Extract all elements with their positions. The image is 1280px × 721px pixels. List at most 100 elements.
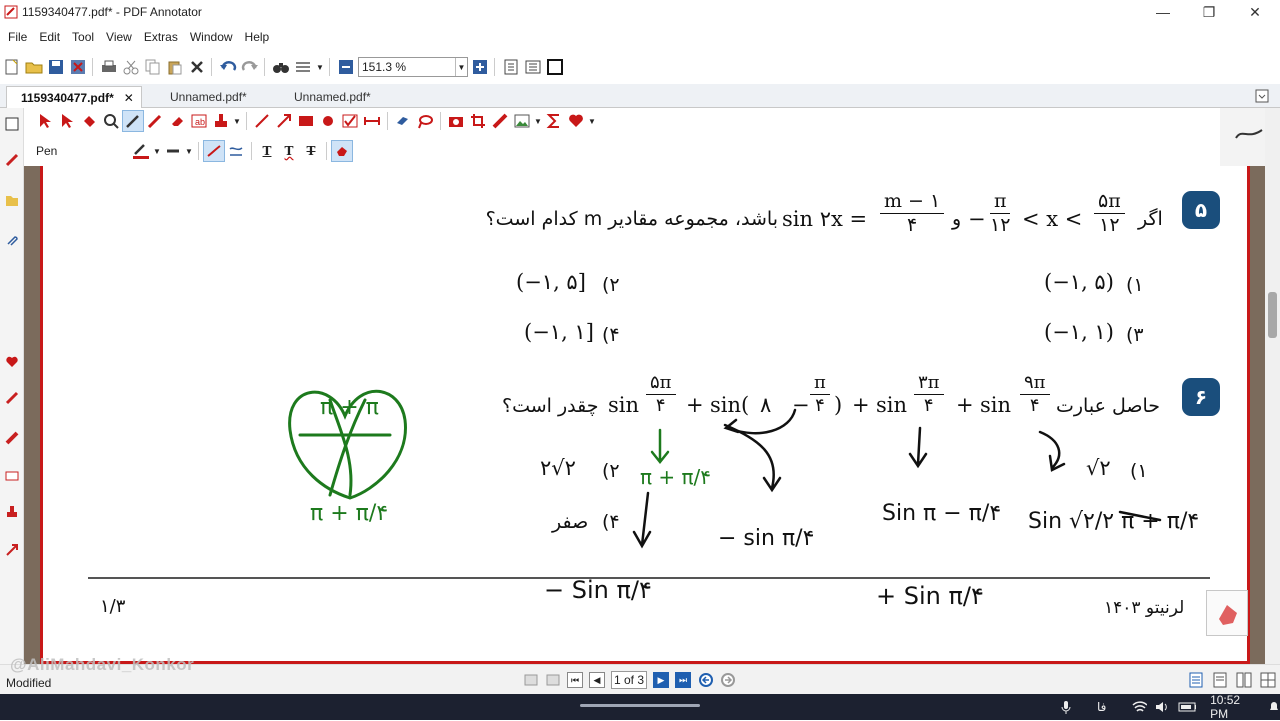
- open-folder-icon[interactable]: [24, 57, 44, 77]
- delete-icon[interactable]: [187, 57, 207, 77]
- measure-icon[interactable]: [361, 110, 383, 132]
- link-icon[interactable]: [392, 110, 414, 132]
- go-forward-icon[interactable]: [718, 670, 738, 690]
- line-style-icon[interactable]: [162, 140, 184, 162]
- previous-page-button[interactable]: ◀: [589, 672, 605, 688]
- save-as-icon[interactable]: [68, 57, 88, 77]
- undo-icon[interactable]: [218, 57, 238, 77]
- scrollbar-thumb[interactable]: [1268, 292, 1277, 338]
- text-squiggly-button[interactable]: T: [278, 140, 300, 162]
- battery-icon[interactable]: [1178, 701, 1197, 713]
- vertical-scrollbar[interactable]: [1265, 108, 1280, 664]
- select-text-icon[interactable]: [56, 110, 78, 132]
- dropdown-arrow-icon[interactable]: ▼: [184, 140, 194, 162]
- zoom-field[interactable]: 151.3 % ▼: [358, 57, 468, 77]
- dropdown-arrow-icon[interactable]: ▼: [232, 110, 242, 132]
- eraser-icon[interactable]: [166, 110, 188, 132]
- dropdown-arrow-icon[interactable]: ▼: [533, 110, 543, 132]
- highlighter-pen-icon[interactable]: [144, 110, 166, 132]
- menu-view[interactable]: View: [102, 30, 136, 44]
- menu-extras[interactable]: Extras: [140, 30, 182, 44]
- go-back-icon[interactable]: [696, 670, 716, 690]
- menu-edit[interactable]: Edit: [35, 30, 64, 44]
- insert-text-icon[interactable]: ab: [188, 110, 210, 132]
- fit-width-icon[interactable]: [523, 57, 543, 77]
- save-icon[interactable]: [46, 57, 66, 77]
- menu-help[interactable]: Help: [241, 30, 274, 44]
- zoom-out-icon[interactable]: [336, 57, 356, 77]
- smooth-stroke-icon[interactable]: [203, 140, 225, 162]
- checkbox-icon[interactable]: [4, 116, 20, 132]
- menu-tool[interactable]: Tool: [68, 30, 98, 44]
- language-indicator[interactable]: فا: [1097, 700, 1106, 714]
- last-page-button[interactable]: ⏭: [675, 672, 691, 688]
- single-page-view-icon[interactable]: [1186, 670, 1206, 690]
- full-screen-icon[interactable]: [545, 57, 565, 77]
- forward-history-icon[interactable]: [544, 670, 564, 690]
- cut-icon[interactable]: [121, 57, 141, 77]
- page-number-field[interactable]: 1 of 3: [611, 671, 647, 689]
- text-box-icon[interactable]: [4, 468, 20, 484]
- zoom-in-icon[interactable]: [470, 57, 490, 77]
- favorite-heart-icon[interactable]: [4, 354, 20, 370]
- paste-icon[interactable]: [165, 57, 185, 77]
- favorites-heart-icon[interactable]: [565, 110, 587, 132]
- close-button[interactable]: ✕: [1232, 0, 1278, 24]
- new-document-icon[interactable]: [2, 57, 22, 77]
- tab-1159340477[interactable]: 1159340477.pdf* ✕: [6, 86, 142, 108]
- two-page-view-icon[interactable]: [1234, 670, 1254, 690]
- back-history-icon[interactable]: [522, 670, 542, 690]
- menu-file[interactable]: File: [4, 30, 31, 44]
- microphone-icon[interactable]: [1060, 700, 1071, 714]
- minimize-button[interactable]: —: [1140, 0, 1186, 24]
- grid-view-icon[interactable]: [1258, 670, 1278, 690]
- zoom-dropdown-icon[interactable]: ▼: [455, 58, 467, 76]
- attachment-icon[interactable]: [4, 232, 20, 248]
- ruler-icon[interactable]: [489, 110, 511, 132]
- line-icon[interactable]: [251, 110, 273, 132]
- menu-window[interactable]: Window: [186, 30, 237, 44]
- pen-icon[interactable]: [122, 110, 144, 132]
- image-icon[interactable]: [511, 110, 533, 132]
- find-binoculars-icon[interactable]: [271, 57, 291, 77]
- redo-icon[interactable]: [240, 57, 260, 77]
- page-layout-icon[interactable]: [293, 57, 313, 77]
- volume-icon[interactable]: [1155, 700, 1170, 714]
- crop-icon[interactable]: [467, 110, 489, 132]
- circle-icon[interactable]: [317, 110, 339, 132]
- tab-close-icon[interactable]: ✕: [124, 91, 134, 105]
- check-mark-icon[interactable]: [339, 110, 361, 132]
- copy-icon[interactable]: [143, 57, 163, 77]
- stamp-icon[interactable]: [4, 504, 20, 520]
- hand-wave-icon[interactable]: [331, 140, 353, 162]
- camera-icon[interactable]: [445, 110, 467, 132]
- arrow-icon[interactable]: [4, 542, 20, 558]
- notification-bell-icon[interactable]: [1267, 700, 1280, 714]
- continuous-view-icon[interactable]: [1210, 670, 1230, 690]
- highlighter-icon[interactable]: [4, 430, 20, 446]
- fit-page-icon[interactable]: [501, 57, 521, 77]
- select-arrow-icon[interactable]: [34, 110, 56, 132]
- print-icon[interactable]: [99, 57, 119, 77]
- tab-unnamed-1[interactable]: Unnamed.pdf*: [156, 86, 276, 108]
- wave-hand-button[interactable]: [1206, 590, 1248, 636]
- first-page-button[interactable]: ⏮: [567, 672, 583, 688]
- dropdown-arrow-icon[interactable]: ▼: [152, 140, 162, 162]
- folder-icon[interactable]: [4, 192, 20, 208]
- wifi-icon[interactable]: [1132, 700, 1148, 714]
- straighten-icon[interactable]: [225, 140, 247, 162]
- lasso-icon[interactable]: [414, 110, 436, 132]
- magnifier-icon[interactable]: [100, 110, 122, 132]
- tab-unnamed-2[interactable]: Unnamed.pdf*: [280, 86, 400, 108]
- wave-icon[interactable]: [1234, 126, 1264, 142]
- hand-tool-icon[interactable]: [78, 110, 100, 132]
- text-underline-button[interactable]: T: [256, 140, 278, 162]
- dropdown-arrow-icon[interactable]: ▼: [587, 110, 597, 132]
- sigma-icon[interactable]: [543, 110, 565, 132]
- pen-tool-icon[interactable]: [4, 152, 20, 168]
- maximize-button[interactable]: ❐: [1186, 0, 1232, 24]
- tab-list-icon[interactable]: [1252, 86, 1272, 106]
- next-page-button[interactable]: ▶: [653, 672, 669, 688]
- text-strikeout-button[interactable]: T: [300, 140, 322, 162]
- stamp-tool-icon[interactable]: [210, 110, 232, 132]
